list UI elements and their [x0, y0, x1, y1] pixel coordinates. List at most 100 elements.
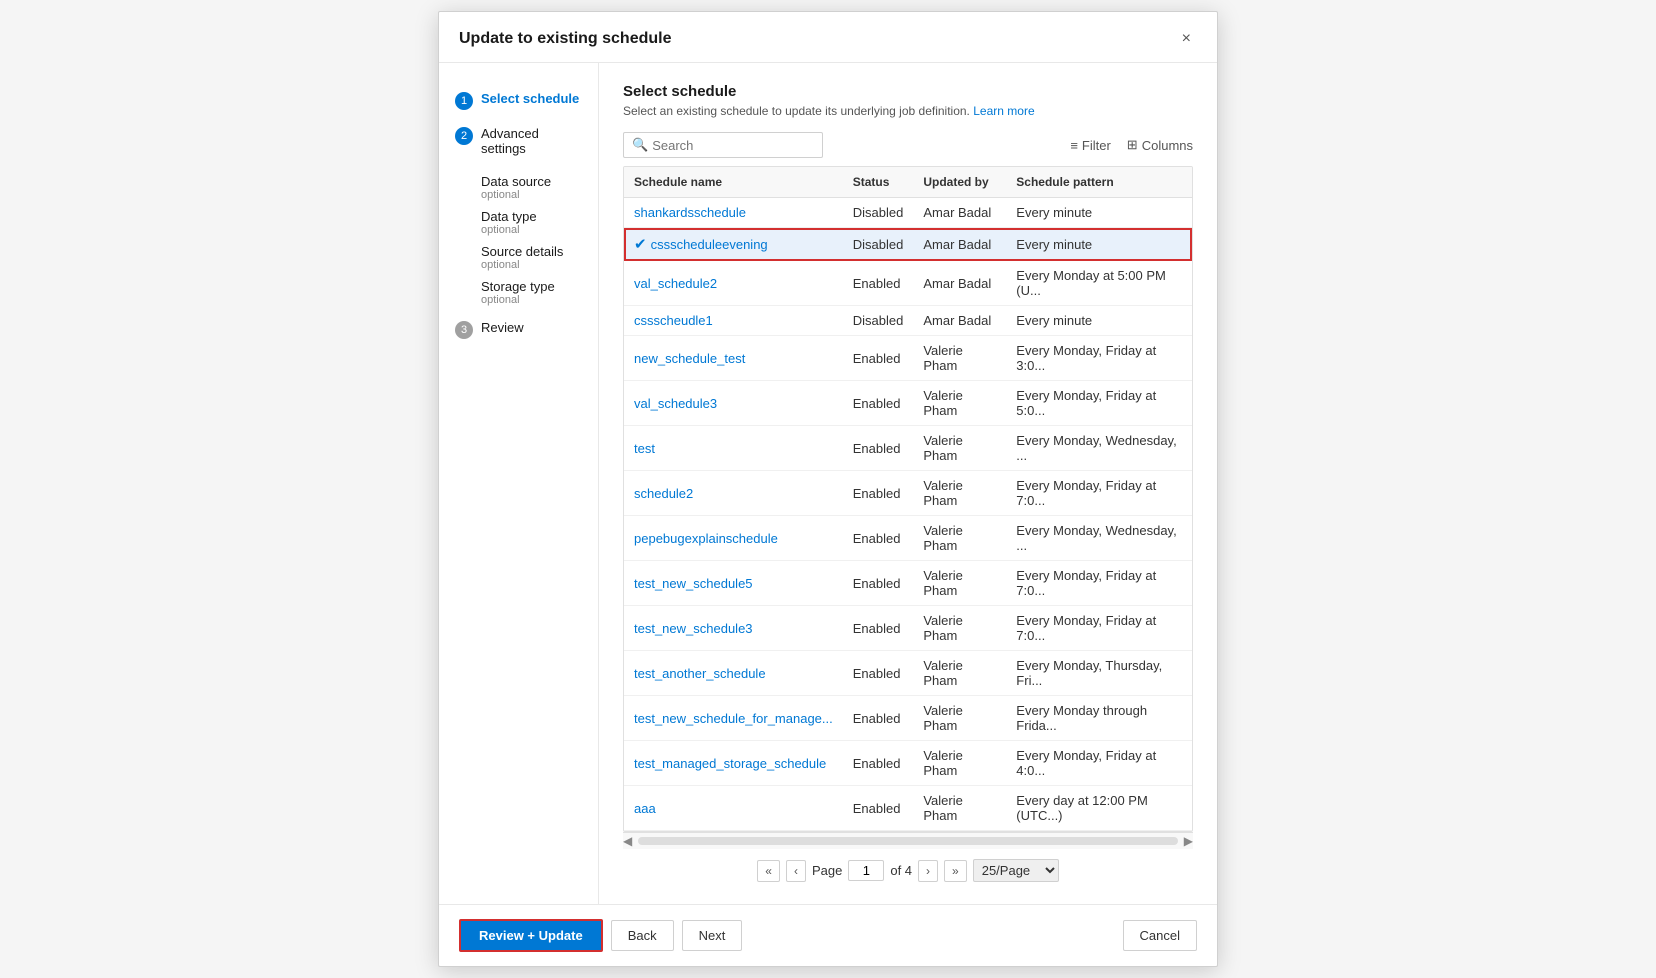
columns-icon: ⊞	[1127, 137, 1138, 153]
schedule-pattern-cell: Every Monday, Friday at 7:0...	[1006, 471, 1192, 516]
status-cell: Disabled	[843, 306, 914, 336]
status-cell: Disabled	[843, 198, 914, 228]
dialog-header: Update to existing schedule ×	[439, 12, 1217, 63]
schedule-name-link[interactable]: test_new_schedule_for_manage...	[634, 711, 833, 726]
table-row[interactable]: aaaEnabledValerie PhamEvery day at 12:00…	[624, 786, 1192, 831]
horizontal-scrollbar[interactable]: ◀ ▶	[623, 832, 1193, 849]
table-row[interactable]: test_another_schedule EnabledValerie Pham…	[624, 651, 1192, 696]
scroll-left-arrow[interactable]: ◀	[623, 834, 632, 848]
table-row[interactable]: shankardsschedule DisabledAmar BadalEvery…	[624, 198, 1192, 228]
schedule-name-link[interactable]: shankardsschedule	[634, 205, 746, 220]
table-row[interactable]: test_new_schedule5EnabledValerie PhamEve…	[624, 561, 1192, 606]
updated-by-cell: Amar Badal	[913, 228, 1006, 261]
section-title: Select schedule	[623, 83, 1193, 100]
table-row[interactable]: ✔cssscheduleeveningDisabledAmar BadalEve…	[624, 228, 1192, 261]
schedule-pattern-cell: Every Monday, Wednesday, ...	[1006, 426, 1192, 471]
updated-by-cell: Amar Badal	[913, 306, 1006, 336]
status-cell: Enabled	[843, 381, 914, 426]
scroll-right-arrow[interactable]: ▶	[1184, 834, 1193, 848]
table-row[interactable]: test_new_schedule_for_manage...EnabledVa…	[624, 696, 1192, 741]
table-row[interactable]: cssscheudle1DisabledAmar BadalEvery minu…	[624, 306, 1192, 336]
schedule-name-link[interactable]: new_schedule_test	[634, 351, 745, 366]
search-box[interactable]: 🔍	[623, 132, 823, 158]
updated-by-cell: Valerie Pham	[913, 336, 1006, 381]
schedule-name-link[interactable]: val_schedule2	[634, 276, 717, 291]
status-cell: Disabled	[843, 228, 914, 261]
sidebar-item-review[interactable]: 3 Review	[439, 312, 598, 347]
status-cell: Enabled	[843, 786, 914, 831]
schedule-name-link[interactable]: aaa	[634, 801, 656, 816]
pagination: « ‹ Page of 4 › » 25/Page 50/Page 100/Pa…	[623, 849, 1193, 888]
schedule-name-link[interactable]: pepebugexplainschedule	[634, 531, 778, 546]
columns-button[interactable]: ⊞ Columns	[1127, 137, 1193, 153]
page-of-label: of 4	[890, 863, 912, 878]
updated-by-cell: Valerie Pham	[913, 696, 1006, 741]
last-page-button[interactable]: »	[944, 860, 967, 882]
table-row[interactable]: test_managed_storage_schedule EnabledVale…	[624, 741, 1192, 786]
filter-icon: ≡	[1070, 138, 1078, 153]
per-page-select[interactable]: 25/Page 50/Page 100/Page	[973, 859, 1059, 882]
sidebar-item-data-type[interactable]: Data type optional	[481, 205, 582, 240]
schedule-pattern-cell: Every Monday, Thursday, Fri...	[1006, 651, 1192, 696]
schedule-pattern-cell: Every minute	[1006, 198, 1192, 228]
table-row[interactable]: test_new_schedule3EnabledValerie PhamEve…	[624, 606, 1192, 651]
schedule-name-link[interactable]: test_another_schedule	[634, 666, 766, 681]
dialog-body: 1 Select schedule 2 Advanced settings Da…	[439, 63, 1217, 904]
next-button[interactable]: Next	[682, 920, 743, 951]
schedule-name-cell: test_new_schedule5	[624, 561, 843, 606]
sidebar-item-advanced-settings[interactable]: 2 Advanced settings	[439, 118, 598, 164]
table-row[interactable]: new_schedule_testEnabledValerie PhamEver…	[624, 336, 1192, 381]
prev-page-button[interactable]: ‹	[786, 860, 806, 882]
status-cell: Enabled	[843, 606, 914, 651]
schedule-table: Schedule name Status Updated by Schedule…	[623, 166, 1193, 832]
review-update-button[interactable]: Review + Update	[459, 919, 603, 952]
schedule-name-link[interactable]: test_managed_storage_schedule	[634, 756, 826, 771]
updated-by-cell: Valerie Pham	[913, 651, 1006, 696]
step3-number: 3	[455, 321, 473, 339]
back-button[interactable]: Back	[611, 920, 674, 951]
updated-by-cell: Amar Badal	[913, 198, 1006, 228]
toolbar: 🔍 ≡ Filter ⊞ Columns	[623, 132, 1193, 158]
sidebar-item-data-source[interactable]: Data source optional	[481, 170, 582, 205]
page-number-input[interactable]	[848, 860, 884, 881]
updated-by-cell: Valerie Pham	[913, 741, 1006, 786]
updated-by-cell: Valerie Pham	[913, 426, 1006, 471]
schedule-name-link[interactable]: val_schedule3	[634, 396, 717, 411]
status-cell: Enabled	[843, 741, 914, 786]
schedule-name-cell: test	[624, 426, 843, 471]
schedule-pattern-cell: Every Monday, Friday at 7:0...	[1006, 606, 1192, 651]
schedule-name-link[interactable]: schedule2	[634, 486, 693, 501]
status-cell: Enabled	[843, 651, 914, 696]
updated-by-cell: Valerie Pham	[913, 381, 1006, 426]
table-row[interactable]: schedule2EnabledValerie PhamEvery Monday…	[624, 471, 1192, 516]
cancel-button[interactable]: Cancel	[1123, 920, 1197, 951]
table-row[interactable]: test EnabledValerie PhamEvery Monday, Wed…	[624, 426, 1192, 471]
step1-number: 1	[455, 92, 473, 110]
table-row[interactable]: pepebugexplainscheduleEnabledValerie Pha…	[624, 516, 1192, 561]
section-desc: Select an existing schedule to update it…	[623, 104, 1193, 118]
step2-number: 2	[455, 127, 473, 145]
sidebar: 1 Select schedule 2 Advanced settings Da…	[439, 63, 599, 904]
close-button[interactable]: ×	[1176, 28, 1197, 50]
schedule-name-link[interactable]: test	[634, 441, 655, 456]
first-page-button[interactable]: «	[757, 860, 780, 882]
status-cell: Enabled	[843, 426, 914, 471]
selected-check-icon: ✔	[634, 235, 647, 253]
col-header-updated-by: Updated by	[913, 167, 1006, 198]
schedule-name-link[interactable]: test_new_schedule3	[634, 621, 753, 636]
next-page-button[interactable]: ›	[918, 860, 938, 882]
filter-button[interactable]: ≡ Filter	[1070, 138, 1110, 153]
schedule-name-cell: val_schedule3	[624, 381, 843, 426]
schedule-name-link[interactable]: test_new_schedule5	[634, 576, 753, 591]
sidebar-item-source-details[interactable]: Source details optional	[481, 240, 582, 275]
learn-more-link[interactable]: Learn more	[973, 104, 1034, 118]
search-input[interactable]	[652, 138, 814, 153]
sidebar-item-select-schedule[interactable]: 1 Select schedule	[439, 83, 598, 118]
status-cell: Enabled	[843, 471, 914, 516]
sidebar-item-storage-type[interactable]: Storage type optional	[481, 275, 582, 310]
schedule-name-link[interactable]: cssscheduleevening	[651, 237, 768, 252]
schedule-name-link[interactable]: cssscheudle1	[634, 313, 713, 328]
dialog-footer: Review + Update Back Next Cancel	[439, 904, 1217, 966]
table-row[interactable]: val_schedule2EnabledAmar BadalEvery Mond…	[624, 261, 1192, 306]
table-row[interactable]: val_schedule3EnabledValerie PhamEvery Mo…	[624, 381, 1192, 426]
